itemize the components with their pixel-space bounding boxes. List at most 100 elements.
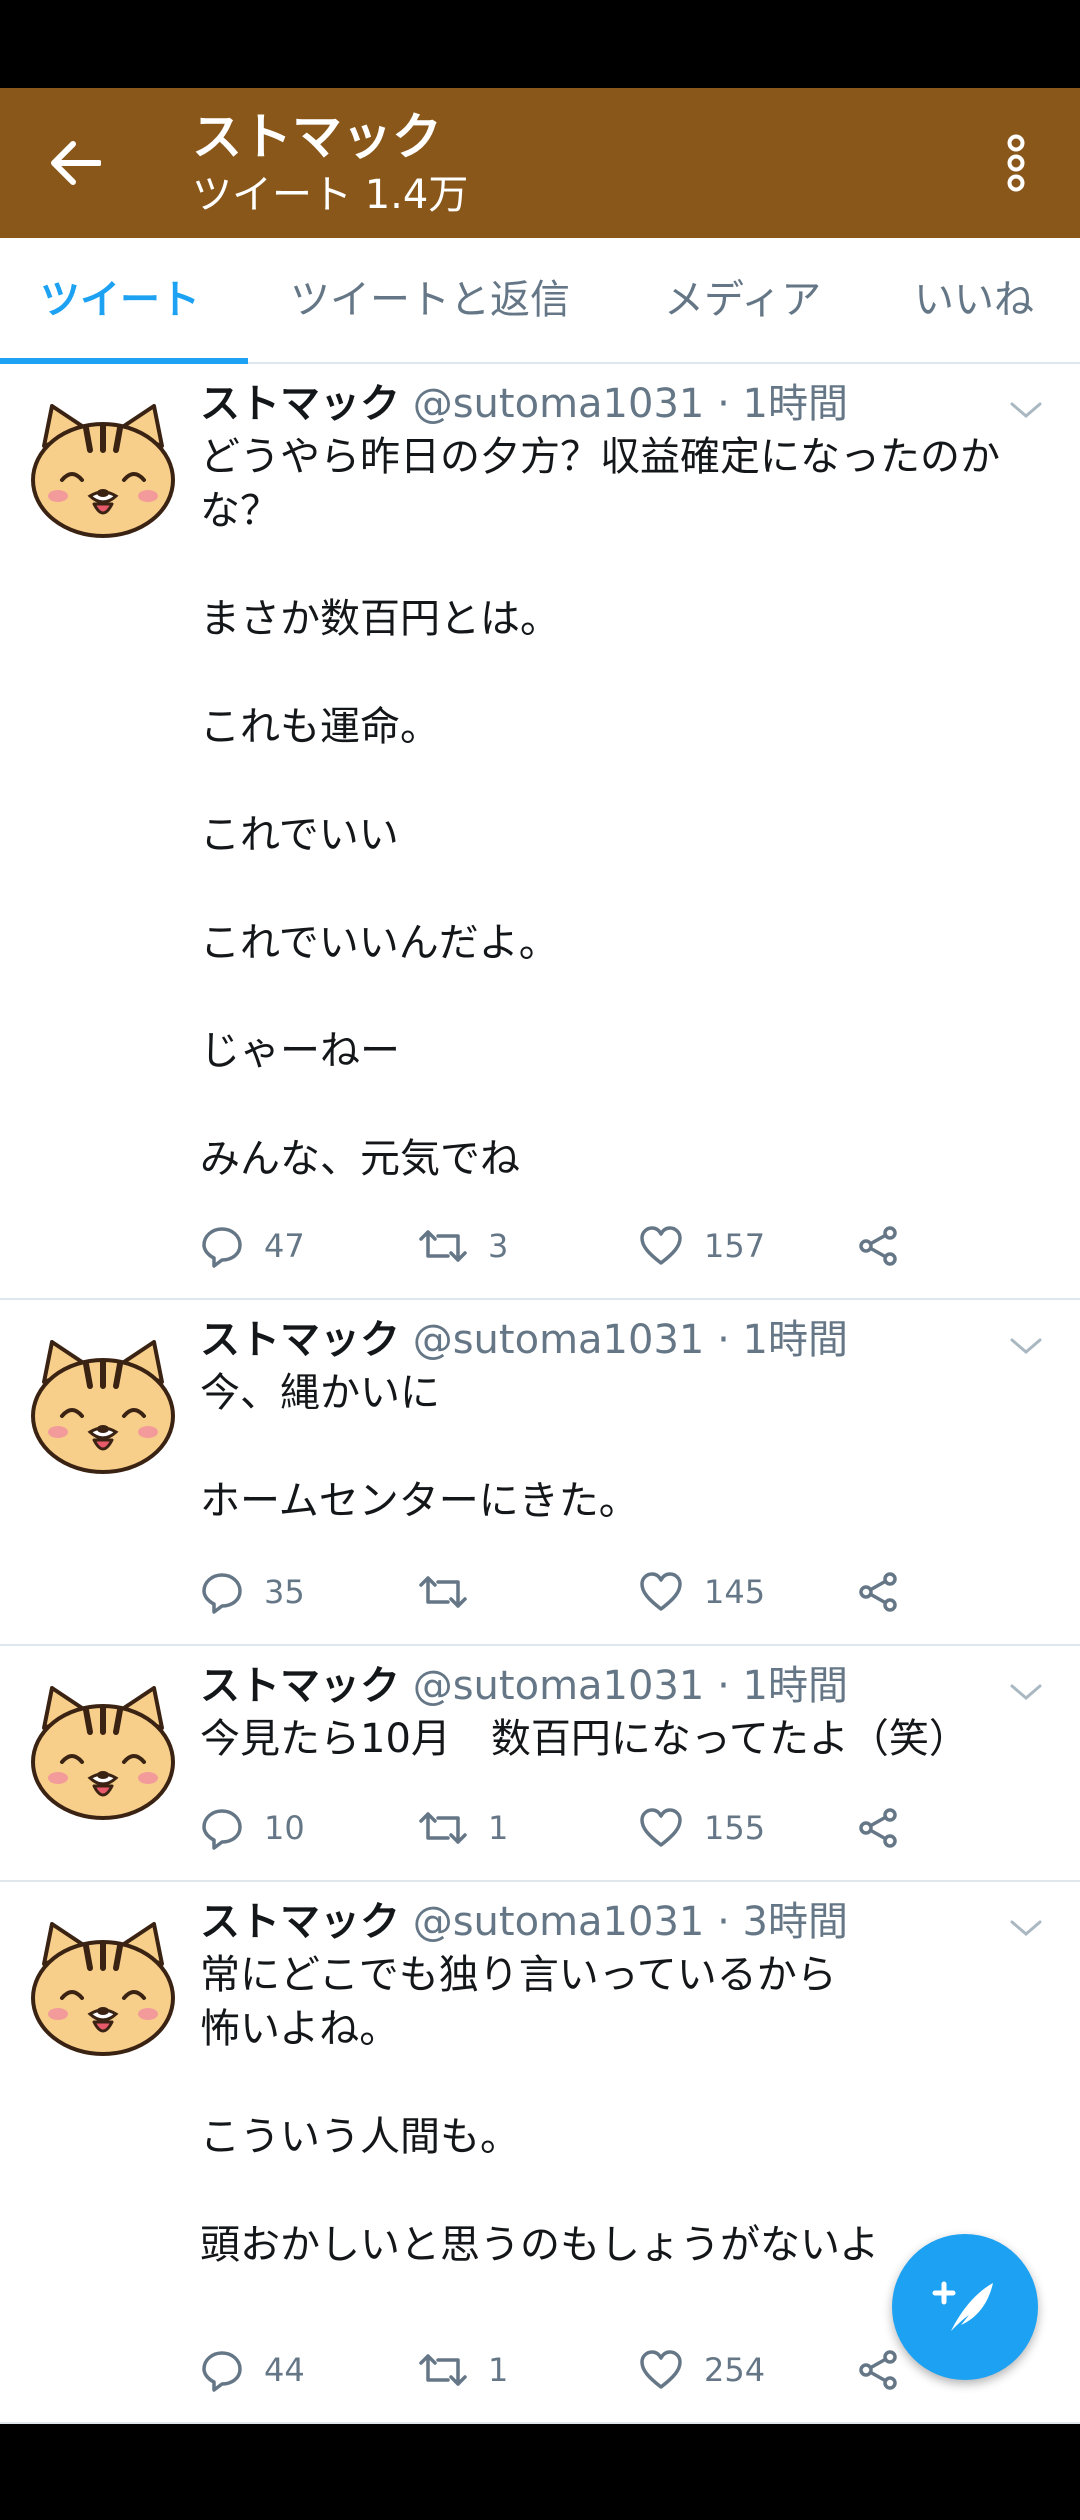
reply-icon [202, 1809, 242, 1850]
tweet-text: 今見たら10月 数百円になってたよ（笑） [200, 1716, 969, 1762]
reply-icon [202, 2351, 242, 2392]
avatar[interactable] [30, 1336, 176, 1476]
retweet-icon [419, 2354, 467, 2386]
share-icon [859, 1572, 897, 1612]
avatar[interactable] [30, 400, 176, 540]
tweet-menu-button[interactable] [1006, 1330, 1046, 1360]
more-vertical-icon [1007, 134, 1025, 192]
retweet-count: 1 [488, 1809, 509, 1847]
tweet-header: ストマック @sutoma1031 · 3時間 [200, 1894, 848, 1950]
tweet-author-name[interactable]: ストマック [200, 1899, 400, 1945]
heart-icon [640, 1572, 682, 1611]
reply-count: 10 [264, 1809, 305, 1847]
reply-count: 44 [264, 2351, 305, 2389]
share-button[interactable] [856, 1798, 900, 1858]
retweet-count: 1 [488, 2351, 509, 2389]
avatar[interactable] [30, 1918, 176, 2058]
share-icon [859, 2350, 897, 2390]
tweet-author-name[interactable]: ストマック [200, 381, 400, 427]
retweet-icon [419, 1812, 467, 1844]
share-icon [859, 1808, 897, 1848]
tab-tweets-and-replies[interactable]: ツイートと返信 [290, 238, 570, 362]
timeline: ストマック @sutoma1031 · 1時間 どうやら昨日の夕方？収益確定にな… [0, 364, 1080, 2424]
system-navigation-bar [0, 2424, 1080, 2520]
reply-count: 47 [264, 1227, 305, 1265]
tweet-header: ストマック @sutoma1031 · 1時間 [200, 1312, 848, 1368]
cat-avatar-icon [31, 404, 175, 538]
tweet-actions: 10 1 155 [200, 1798, 960, 1858]
reply-icon [202, 1227, 242, 1268]
more-options-button[interactable] [986, 128, 1046, 198]
reply-button[interactable]: 10 [200, 1798, 305, 1858]
tweet-text: 常にどこでも独り言いっているから 怖いよね。 こういう人間も。 頭おかしいと思う… [200, 1952, 880, 2268]
retweet-button[interactable]: 3 [418, 1216, 508, 1276]
tweet[interactable]: ストマック @sutoma1031 · 1時間 今見たら10月 数百円になってた… [0, 1646, 1080, 1882]
retweet-icon [419, 1576, 467, 1608]
reply-count: 35 [264, 1573, 305, 1611]
retweet-count: 3 [488, 1227, 509, 1265]
tweet-text: 今、縄かいに ホームセンターにきた。 [200, 1370, 639, 1524]
like-button[interactable]: 254 [638, 2340, 765, 2400]
reply-button[interactable]: 35 [200, 1562, 305, 1622]
profile-tabs: ツイート ツイートと返信 メディア いいね [0, 238, 1080, 364]
back-button[interactable] [40, 128, 110, 198]
share-button[interactable] [856, 2340, 900, 2400]
arrow-left-icon [51, 141, 101, 185]
tweet-separator: · [717, 1663, 730, 1709]
avatar[interactable] [30, 1682, 176, 1822]
tweet-count: ツイート 1.4万 [192, 172, 469, 218]
tweet-handle[interactable]: @sutoma1031 [413, 1317, 705, 1363]
like-count: 145 [704, 1573, 766, 1611]
heart-icon [640, 2350, 682, 2389]
tweet-actions: 47 3 157 [200, 1216, 960, 1276]
tweet-time: 1時間 [742, 1317, 848, 1363]
tweet-time: 3時間 [742, 1899, 848, 1945]
retweet-button[interactable]: 1 [418, 1798, 508, 1858]
like-button[interactable]: 145 [638, 1562, 765, 1622]
tweet[interactable]: ストマック @sutoma1031 · 1時間 今、縄かいに ホームセンターにき… [0, 1300, 1080, 1646]
cat-avatar-icon [31, 1340, 175, 1474]
profile-title-block: ストマック ツイート 1.4万 [192, 106, 468, 222]
tweet[interactable]: ストマック @sutoma1031 · 1時間 どうやら昨日の夕方？収益確定にな… [0, 364, 1080, 1300]
tweet-actions: 44 1 254 [200, 2340, 960, 2400]
status-bar [0, 0, 1080, 88]
tweet-handle[interactable]: @sutoma1031 [413, 381, 705, 427]
tweet-separator: · [717, 1899, 730, 1945]
share-button[interactable] [856, 1216, 900, 1276]
reply-button[interactable]: 44 [200, 2340, 305, 2400]
tweet-menu-button[interactable] [1006, 1676, 1046, 1706]
share-button[interactable] [856, 1562, 900, 1622]
like-button[interactable]: 157 [638, 1216, 765, 1276]
like-count: 254 [704, 2351, 766, 2389]
chevron-down-icon [1010, 1338, 1042, 1354]
tweet-header: ストマック @sutoma1031 · 1時間 [200, 376, 848, 432]
tweet-separator: · [717, 381, 730, 427]
tweet-menu-button[interactable] [1006, 1912, 1046, 1942]
tweet-actions: 35 145 [200, 1562, 960, 1622]
tab-tweets[interactable]: ツイート [40, 238, 200, 362]
reply-icon [202, 1573, 242, 1614]
compose-tweet-button[interactable] [892, 2234, 1038, 2380]
tweet-handle[interactable]: @sutoma1031 [413, 1899, 705, 1945]
tweet-time: 1時間 [742, 1663, 848, 1709]
tweet-header: ストマック @sutoma1031 · 1時間 [200, 1658, 848, 1714]
tweet-text: どうやら昨日の夕方？収益確定になったのかな？ まさか数百円とは。 これも運命。 … [200, 434, 1000, 1182]
tweet-time: 1時間 [742, 381, 848, 427]
tweet-menu-button[interactable] [1006, 394, 1046, 424]
retweet-button[interactable]: 1 [418, 2340, 508, 2400]
retweet-button[interactable] [418, 1562, 488, 1622]
tweet-separator: · [717, 1317, 730, 1363]
cat-avatar-icon [31, 1686, 175, 1820]
tweet-author-name[interactable]: ストマック [200, 1663, 400, 1709]
tweet-author-name[interactable]: ストマック [200, 1317, 400, 1363]
compose-tweet-icon [932, 2281, 993, 2331]
like-button[interactable]: 155 [638, 1798, 765, 1858]
share-icon [859, 1226, 897, 1266]
reply-button[interactable]: 47 [200, 1216, 305, 1276]
chevron-down-icon [1010, 402, 1042, 418]
tweet-handle[interactable]: @sutoma1031 [413, 1663, 705, 1709]
like-count: 155 [704, 1809, 766, 1847]
tab-likes[interactable]: いいね [914, 238, 1034, 362]
heart-icon [640, 1226, 682, 1265]
tab-media[interactable]: メディア [664, 238, 821, 362]
